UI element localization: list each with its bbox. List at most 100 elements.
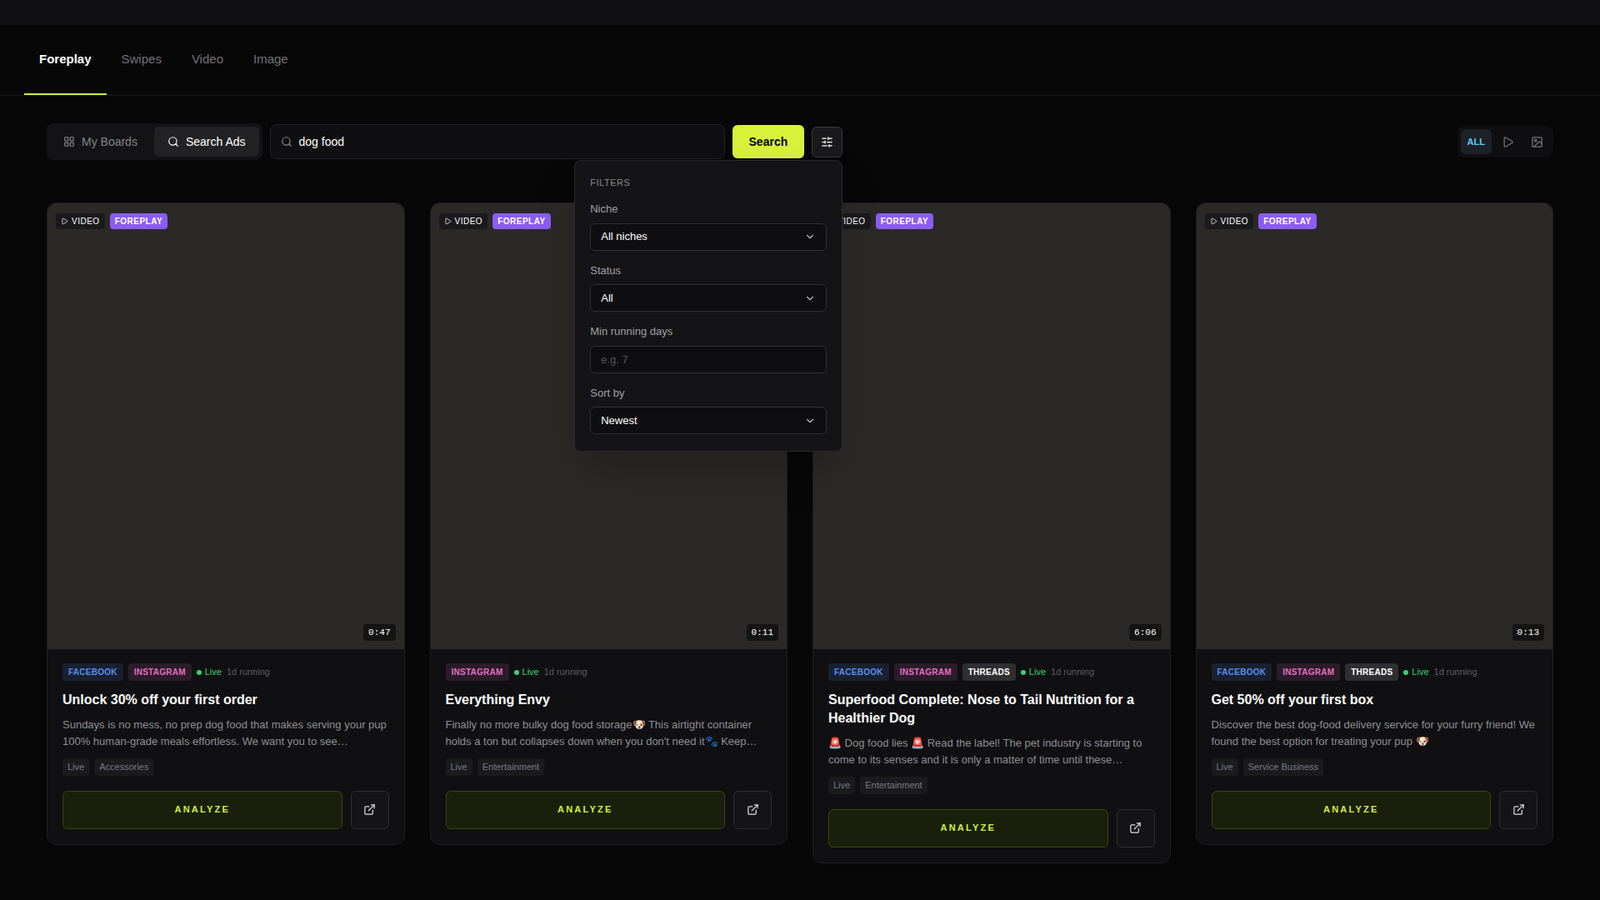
tab[interactable]: Video bbox=[176, 25, 239, 95]
tab[interactable]: Foreplay bbox=[24, 25, 107, 95]
mode-switch: My BoardsSearch Ads bbox=[46, 123, 263, 160]
status: Live bbox=[1403, 665, 1429, 680]
tab[interactable]: Swipes bbox=[106, 25, 177, 95]
search-field[interactable] bbox=[270, 124, 725, 160]
chevron-down-icon bbox=[804, 230, 816, 243]
analyze-button[interactable]: ANALYZE bbox=[62, 790, 343, 830]
platform-chip: INSTAGRAM bbox=[1276, 663, 1340, 681]
platform-chip: INSTAGRAM bbox=[445, 663, 510, 681]
open-link-button[interactable] bbox=[350, 790, 390, 830]
source-badge: FOREPLAY bbox=[875, 213, 935, 230]
filter-label: Min running days bbox=[590, 323, 827, 340]
platform-chip: FACEBOOK bbox=[62, 663, 124, 681]
filter-label: Status bbox=[590, 262, 827, 280]
running-days: 1d running bbox=[1434, 665, 1478, 680]
filter-field: Status All bbox=[590, 262, 827, 313]
top-strip bbox=[0, 0, 1600, 25]
open-link-button[interactable] bbox=[1116, 809, 1155, 848]
filter-button[interactable] bbox=[811, 126, 843, 158]
ad-card[interactable]: VIDEOFOREPLAY0:13 FACEBOOKINSTAGRAM THREAD… bbox=[1195, 202, 1555, 845]
tab-bar: ForeplaySwipesVideoImage bbox=[0, 25, 1600, 96]
platform-chip: INSTAGRAM bbox=[128, 663, 192, 681]
status-dot bbox=[1020, 670, 1026, 675]
platform-chip: THREADS bbox=[962, 663, 1016, 681]
ad-title: Unlock 30% off your first order bbox=[62, 690, 390, 710]
external-link-icon bbox=[746, 803, 760, 816]
running-days: 1d running bbox=[544, 665, 588, 680]
filter-label: Niche bbox=[590, 200, 827, 218]
play-icon bbox=[444, 217, 452, 225]
play-icon bbox=[60, 217, 69, 225]
platform-chip: THREADS bbox=[1345, 663, 1399, 681]
tag: Live bbox=[62, 758, 90, 776]
search-icon bbox=[167, 135, 180, 148]
status-dot bbox=[196, 670, 202, 675]
platform-chip: FACEBOOK bbox=[1211, 663, 1273, 681]
analyze-button[interactable]: ANALYZE bbox=[828, 809, 1109, 848]
external-link-icon bbox=[363, 803, 376, 816]
filter-select[interactable]: Newest bbox=[590, 406, 827, 435]
sliders-icon bbox=[820, 135, 834, 149]
view-type-button[interactable] bbox=[1524, 129, 1550, 155]
tag: Live bbox=[445, 758, 473, 776]
tag: Live bbox=[1211, 758, 1239, 776]
tag: Entertainment bbox=[477, 758, 545, 776]
grid-icon bbox=[63, 135, 75, 148]
external-link-icon bbox=[1512, 803, 1525, 816]
platform-chip: INSTAGRAM bbox=[894, 663, 958, 681]
tag: Entertainment bbox=[860, 776, 927, 795]
mode-button[interactable]: Search Ads bbox=[154, 126, 260, 157]
filter-select[interactable]: All bbox=[590, 284, 827, 312]
status: Live bbox=[196, 665, 222, 680]
platform-chip: FACEBOOK bbox=[828, 663, 890, 681]
type-badge: VIDEO bbox=[55, 213, 105, 230]
filter-select[interactable]: All niches bbox=[590, 223, 827, 251]
view-type-button[interactable] bbox=[1495, 129, 1521, 155]
mode-button[interactable]: My Boards bbox=[50, 126, 151, 157]
filters-title: FILTERS bbox=[590, 175, 827, 190]
type-badge: VIDEO bbox=[1205, 213, 1255, 230]
filter-field: Sort byNewest bbox=[590, 385, 827, 435]
ad-title: Get 50% off your first box bbox=[1211, 690, 1539, 710]
open-link-button[interactable] bbox=[733, 790, 772, 830]
duration-badge: 0:11 bbox=[746, 624, 779, 642]
tab[interactable]: Image bbox=[238, 25, 304, 95]
search-icon bbox=[280, 135, 293, 148]
analyze-button[interactable]: ANALYZE bbox=[445, 790, 726, 830]
ad-description: Finally no more bulky dog food storage🐶 … bbox=[445, 716, 773, 750]
search-button[interactable]: Search bbox=[732, 125, 805, 159]
ad-card[interactable]: VIDEOFOREPLAY6:06 FACEBOOKINSTAGRAMTHREAD… bbox=[812, 202, 1171, 864]
tag: Live bbox=[828, 776, 855, 795]
duration-badge: 0:47 bbox=[363, 624, 395, 642]
status: Live bbox=[514, 665, 540, 680]
image-icon bbox=[1530, 135, 1544, 149]
ad-media[interactable]: VIDEOFOREPLAY0:47 bbox=[47, 203, 405, 650]
ad-media[interactable]: VIDEOFOREPLAY6:06 bbox=[813, 203, 1170, 650]
status-dot bbox=[1403, 670, 1409, 675]
type-badge: VIDEO bbox=[439, 213, 489, 230]
ad-description: Sundays is no mess, no prep dog food tha… bbox=[62, 716, 390, 750]
ad-description: Discover the best dog-food delivery serv… bbox=[1211, 716, 1539, 750]
video-icon bbox=[1501, 135, 1515, 149]
ad-title: Everything Envy bbox=[445, 690, 773, 710]
filter-input[interactable] bbox=[590, 345, 827, 374]
view-type-switch: ALL bbox=[1457, 125, 1554, 158]
analyze-button[interactable]: ANALYZE bbox=[1211, 790, 1492, 830]
chevron-down-icon bbox=[804, 415, 816, 427]
view-type-button[interactable]: ALL bbox=[1460, 129, 1492, 155]
running-days: 1d running bbox=[226, 665, 270, 680]
filters-panel: FILTERS Niche All niches Status All Min runni… bbox=[574, 160, 843, 453]
ad-title: Superfood Complete: Nose to Tail Nutriti… bbox=[828, 690, 1155, 728]
ad-card[interactable]: VIDEOFOREPLAY0:47 FACEBOOKINSTAGRAM Live 1d… bbox=[46, 202, 405, 845]
source-badge: FOREPLAY bbox=[492, 213, 551, 230]
status: Live bbox=[1020, 665, 1046, 680]
filter-field: Niche All niches bbox=[590, 200, 827, 251]
ad-description: 🚨 Dog food lies 🚨 Read the label! The pe… bbox=[828, 735, 1155, 769]
external-link-icon bbox=[1129, 821, 1142, 835]
search-input[interactable] bbox=[299, 133, 715, 151]
toolbar: My BoardsSearch AdsSearchFILTERSNicheAll… bbox=[0, 123, 1600, 160]
open-link-button[interactable] bbox=[1499, 790, 1538, 830]
duration-badge: 0:13 bbox=[1512, 624, 1545, 642]
ad-media[interactable]: VIDEOFOREPLAY0:13 bbox=[1196, 203, 1554, 650]
filter-field: Min running days bbox=[590, 323, 827, 374]
